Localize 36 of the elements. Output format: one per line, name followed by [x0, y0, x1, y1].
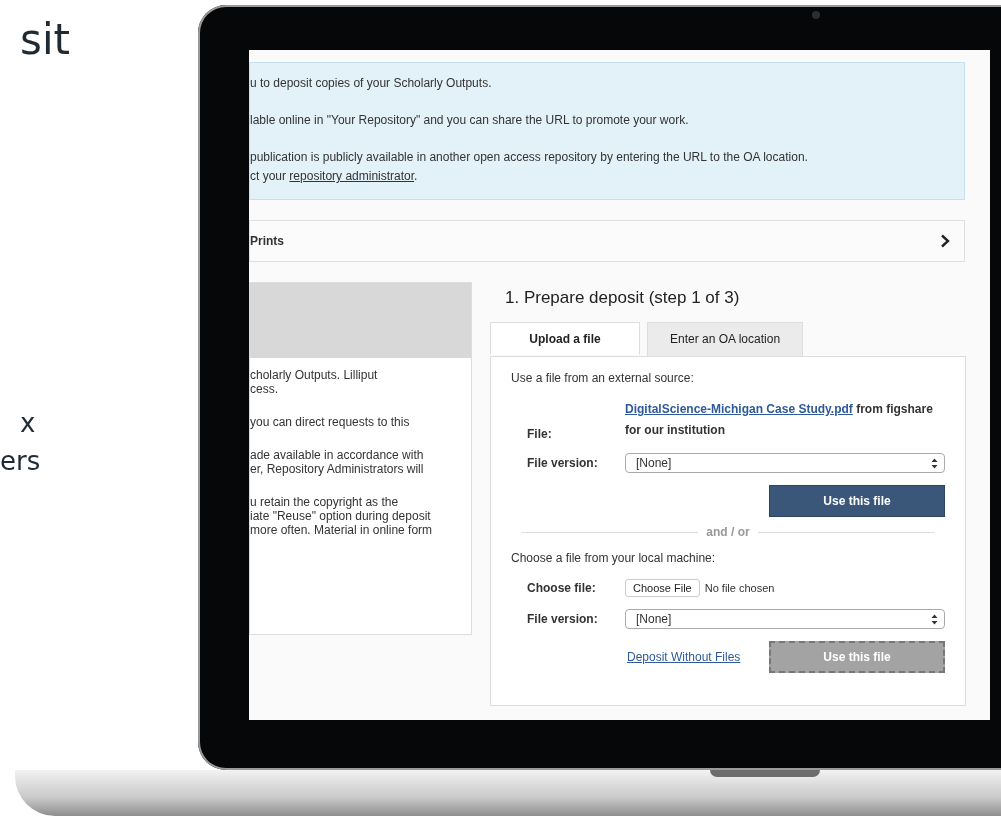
tab[interactable]: Upload a file: [490, 322, 640, 355]
version-select[interactable]: [None]: [625, 609, 945, 629]
section-intro: Use a file from an external source:: [511, 371, 694, 385]
section-intro: Choose a file from your local machine:: [511, 551, 716, 565]
side-text: x: [20, 407, 36, 440]
field-label: File version:: [526, 612, 599, 626]
file-link[interactable]: DigitalScience-Michigan Case Study.pdf: [625, 402, 853, 416]
side-text: ers: [0, 445, 41, 478]
updown-icon: [931, 613, 938, 625]
administrator-link[interactable]: repository administrator: [289, 169, 415, 183]
version-select[interactable]: [None]: [625, 453, 945, 473]
info-text: u to deposit copies of your Scholarly Outputs.: [250, 75, 492, 91]
step-heading: 1. Prepare deposit (step 1 of 3): [505, 288, 740, 308]
accordion-header[interactable]: Prints: [249, 220, 965, 262]
updown-icon: [931, 457, 938, 469]
field-label: Choose file:: [526, 581, 597, 595]
field-label: File:: [526, 427, 553, 441]
panel-text: ade available in accordance with er, Repository Administrators will: [250, 448, 424, 476]
panel-text: u retain the copyright as the iate "Reuse" option during deposit more often. Material in online form: [250, 495, 433, 537]
choose-file-button[interactable]: Choose File: [625, 579, 700, 597]
file-status-text: No file chosen: [704, 582, 775, 594]
contact-text: ct your repository administrator.: [250, 168, 418, 184]
tab[interactable]: Enter an OA location: [647, 322, 804, 357]
panel-text: cholarly Outputs. Lilliput cess.: [250, 368, 378, 396]
separator-text: and / or: [706, 525, 750, 539]
info-text: lable online in "Your Repository" and you can share the URL to promote your work.: [250, 112, 689, 128]
side-heading: sit: [20, 15, 71, 64]
accordion-title: Prints: [250, 234, 284, 248]
use-file-button[interactable]: Use this file: [769, 485, 945, 517]
field-label: File version:: [526, 456, 599, 470]
camera-icon: [812, 11, 820, 19]
info-text: publication is publicly available in another open access repository by entering the URL to the OA location.: [250, 149, 808, 165]
deposit-without-files-link[interactable]: Deposit Without Files: [627, 650, 741, 664]
file-name-text: DigitalScience-Michigan Case Study.pdf from figshare for our institution: [625, 401, 934, 439]
panel-text: you can direct requests to this: [250, 415, 410, 429]
chevron-icon: [940, 234, 950, 248]
